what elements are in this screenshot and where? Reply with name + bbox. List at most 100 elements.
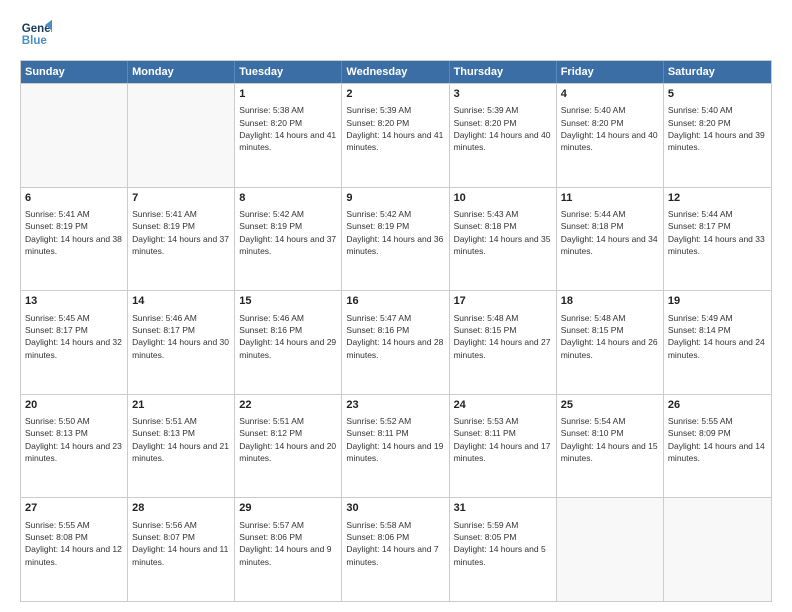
- day-info: Sunrise: 5:41 AM Sunset: 8:19 PM Dayligh…: [132, 208, 230, 257]
- day-cell-29: 29 Sunrise: 5:57 AM Sunset: 8:06 PM Dayli…: [235, 498, 342, 601]
- day-number: 1: [239, 87, 337, 102]
- day-cell-7: 7 Sunrise: 5:41 AM Sunset: 8:19 PM Daylig…: [128, 188, 235, 291]
- day-cell-9: 9 Sunrise: 5:42 AM Sunset: 8:19 PM Daylig…: [342, 188, 449, 291]
- day-cell-25: 25 Sunrise: 5:54 AM Sunset: 8:10 PM Dayli…: [557, 395, 664, 498]
- day-number: 8: [239, 191, 337, 206]
- day-number: 3: [454, 87, 552, 102]
- day-number: 30: [346, 501, 444, 516]
- week-row-1: 1 Sunrise: 5:38 AM Sunset: 8:20 PM Daylig…: [21, 83, 771, 187]
- day-cell-empty: [557, 498, 664, 601]
- day-info: Sunrise: 5:57 AM Sunset: 8:06 PM Dayligh…: [239, 519, 337, 568]
- day-cell-15: 15 Sunrise: 5:46 AM Sunset: 8:16 PM Dayli…: [235, 291, 342, 394]
- day-number: 7: [132, 191, 230, 206]
- day-number: 15: [239, 294, 337, 309]
- day-info: Sunrise: 5:40 AM Sunset: 8:20 PM Dayligh…: [561, 104, 659, 153]
- day-info: Sunrise: 5:55 AM Sunset: 8:08 PM Dayligh…: [25, 519, 123, 568]
- header-day-thursday: Thursday: [450, 61, 557, 83]
- day-cell-31: 31 Sunrise: 5:59 AM Sunset: 8:05 PM Dayli…: [450, 498, 557, 601]
- day-cell-20: 20 Sunrise: 5:50 AM Sunset: 8:13 PM Dayli…: [21, 395, 128, 498]
- day-cell-19: 19 Sunrise: 5:49 AM Sunset: 8:14 PM Dayli…: [664, 291, 771, 394]
- day-info: Sunrise: 5:46 AM Sunset: 8:16 PM Dayligh…: [239, 312, 337, 361]
- day-number: 31: [454, 501, 552, 516]
- day-number: 13: [25, 294, 123, 309]
- day-cell-10: 10Sunrise: 5:43 AM Sunset: 8:18 PM Dayli…: [450, 188, 557, 291]
- week-row-2: 6 Sunrise: 5:41 AM Sunset: 8:19 PM Daylig…: [21, 187, 771, 291]
- day-number: 20: [25, 398, 123, 413]
- day-number: 4: [561, 87, 659, 102]
- day-cell-empty: [664, 498, 771, 601]
- logo-icon: General Blue: [20, 18, 52, 50]
- day-cell-14: 14 Sunrise: 5:46 AM Sunset: 8:17 PM Dayli…: [128, 291, 235, 394]
- day-number: 25: [561, 398, 659, 413]
- day-number: 29: [239, 501, 337, 516]
- day-info: Sunrise: 5:39 AM Sunset: 8:20 PM Dayligh…: [454, 104, 552, 153]
- day-info: Sunrise: 5:44 AM Sunset: 8:18 PM Dayligh…: [561, 208, 659, 257]
- day-info: Sunrise: 5:58 AM Sunset: 8:06 PM Dayligh…: [346, 519, 444, 568]
- header-day-friday: Friday: [557, 61, 664, 83]
- day-info: Sunrise: 5:40 AM Sunset: 8:20 PM Dayligh…: [668, 104, 767, 153]
- day-cell-22: 22Sunrise: 5:51 AM Sunset: 8:12 PM Dayli…: [235, 395, 342, 498]
- day-cell-26: 26 Sunrise: 5:55 AM Sunset: 8:09 PM Dayli…: [664, 395, 771, 498]
- day-info: Sunrise: 5:46 AM Sunset: 8:17 PM Dayligh…: [132, 312, 230, 361]
- day-info: Sunrise: 5:44 AM Sunset: 8:17 PM Dayligh…: [668, 208, 767, 257]
- day-cell-12: 12 Sunrise: 5:44 AM Sunset: 8:17 PM Dayli…: [664, 188, 771, 291]
- day-cell-28: 28 Sunrise: 5:56 AM Sunset: 8:07 PM Dayli…: [128, 498, 235, 601]
- day-info: Sunrise: 5:50 AM Sunset: 8:13 PM Dayligh…: [25, 415, 123, 464]
- day-number: 9: [346, 191, 444, 206]
- day-number: 28: [132, 501, 230, 516]
- header-day-monday: Monday: [128, 61, 235, 83]
- day-cell-11: 11 Sunrise: 5:44 AM Sunset: 8:18 PM Dayli…: [557, 188, 664, 291]
- calendar-header: SundayMondayTuesdayWednesdayThursdayFrid…: [21, 61, 771, 83]
- day-cell-8: 8 Sunrise: 5:42 AM Sunset: 8:19 PM Daylig…: [235, 188, 342, 291]
- day-number: 19: [668, 294, 767, 309]
- day-info: Sunrise: 5:49 AM Sunset: 8:14 PM Dayligh…: [668, 312, 767, 361]
- day-number: 27: [25, 501, 123, 516]
- day-cell-13: 13 Sunrise: 5:45 AM Sunset: 8:17 PM Dayli…: [21, 291, 128, 394]
- day-number: 18: [561, 294, 659, 309]
- day-info: Sunrise: 5:51 AM Sunset: 8:12 PM Dayligh…: [239, 415, 337, 464]
- week-row-4: 20 Sunrise: 5:50 AM Sunset: 8:13 PM Dayli…: [21, 394, 771, 498]
- day-cell-27: 27 Sunrise: 5:55 AM Sunset: 8:08 PM Dayli…: [21, 498, 128, 601]
- day-info: Sunrise: 5:45 AM Sunset: 8:17 PM Dayligh…: [25, 312, 123, 361]
- day-info: Sunrise: 5:55 AM Sunset: 8:09 PM Dayligh…: [668, 415, 767, 464]
- day-number: 6: [25, 191, 123, 206]
- day-number: 5: [668, 87, 767, 102]
- day-info: Sunrise: 5:39 AM Sunset: 8:20 PM Dayligh…: [346, 104, 444, 153]
- day-info: Sunrise: 5:47 AM Sunset: 8:16 PM Dayligh…: [346, 312, 444, 361]
- calendar-body: 1 Sunrise: 5:38 AM Sunset: 8:20 PM Daylig…: [21, 83, 771, 601]
- day-number: 26: [668, 398, 767, 413]
- day-cell-empty: [128, 84, 235, 187]
- day-number: 16: [346, 294, 444, 309]
- logo: General Blue: [20, 18, 52, 50]
- day-number: 10: [454, 191, 552, 206]
- week-row-3: 13 Sunrise: 5:45 AM Sunset: 8:17 PM Dayli…: [21, 290, 771, 394]
- day-info: Sunrise: 5:48 AM Sunset: 8:15 PM Dayligh…: [561, 312, 659, 361]
- day-info: Sunrise: 5:54 AM Sunset: 8:10 PM Dayligh…: [561, 415, 659, 464]
- day-info: Sunrise: 5:56 AM Sunset: 8:07 PM Dayligh…: [132, 519, 230, 568]
- day-info: Sunrise: 5:48 AM Sunset: 8:15 PM Dayligh…: [454, 312, 552, 361]
- header-day-tuesday: Tuesday: [235, 61, 342, 83]
- day-info: Sunrise: 5:51 AM Sunset: 8:13 PM Dayligh…: [132, 415, 230, 464]
- day-info: Sunrise: 5:42 AM Sunset: 8:19 PM Dayligh…: [346, 208, 444, 257]
- day-number: 2: [346, 87, 444, 102]
- day-cell-5: 5 Sunrise: 5:40 AM Sunset: 8:20 PM Daylig…: [664, 84, 771, 187]
- day-number: 12: [668, 191, 767, 206]
- day-number: 23: [346, 398, 444, 413]
- day-info: Sunrise: 5:38 AM Sunset: 8:20 PM Dayligh…: [239, 104, 337, 153]
- day-number: 11: [561, 191, 659, 206]
- day-number: 21: [132, 398, 230, 413]
- day-info: Sunrise: 5:42 AM Sunset: 8:19 PM Dayligh…: [239, 208, 337, 257]
- day-number: 24: [454, 398, 552, 413]
- day-cell-17: 17Sunrise: 5:48 AM Sunset: 8:15 PM Dayli…: [450, 291, 557, 394]
- day-number: 14: [132, 294, 230, 309]
- day-cell-4: 4 Sunrise: 5:40 AM Sunset: 8:20 PM Daylig…: [557, 84, 664, 187]
- week-row-5: 27 Sunrise: 5:55 AM Sunset: 8:08 PM Dayli…: [21, 497, 771, 601]
- day-cell-23: 23 Sunrise: 5:52 AM Sunset: 8:11 PM Dayli…: [342, 395, 449, 498]
- day-cell-empty: [21, 84, 128, 187]
- day-info: Sunrise: 5:52 AM Sunset: 8:11 PM Dayligh…: [346, 415, 444, 464]
- svg-text:Blue: Blue: [22, 35, 48, 47]
- day-info: Sunrise: 5:59 AM Sunset: 8:05 PM Dayligh…: [454, 519, 552, 568]
- header-day-sunday: Sunday: [21, 61, 128, 83]
- header-day-saturday: Saturday: [664, 61, 771, 83]
- day-cell-3: 3 Sunrise: 5:39 AM Sunset: 8:20 PM Daylig…: [450, 84, 557, 187]
